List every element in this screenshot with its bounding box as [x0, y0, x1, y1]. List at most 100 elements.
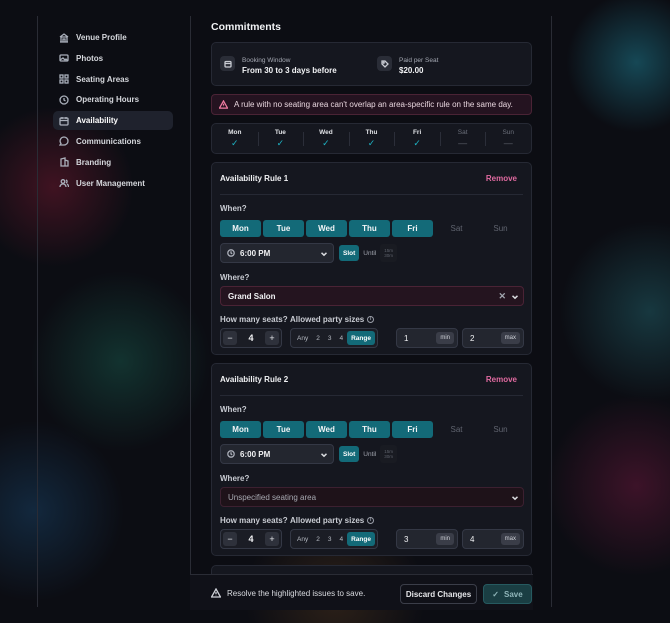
range-min-value: 3 [404, 534, 409, 544]
sidebar-item-communications[interactable]: Communications [53, 132, 173, 151]
discard-changes-button[interactable]: Discard Changes [400, 584, 477, 604]
day-toggle-fri[interactable]: Fri [392, 220, 433, 237]
sidebar-item-seating-areas[interactable]: Seating Areas [53, 70, 173, 89]
day-selector: Mon Tue Wed Thu Fri Sat Sun [220, 220, 524, 240]
party-option-2[interactable]: 2 [312, 532, 324, 546]
week-summary-day-label: Thu [365, 129, 378, 136]
max-tag: max [500, 533, 520, 545]
party-option-3[interactable]: 3 [324, 532, 336, 546]
sidebar-item-label: User Management [76, 178, 145, 188]
interval-option[interactable]: 15m 30m [380, 445, 398, 463]
commitments-summary-card: Booking Window From 30 to 3 days before … [211, 42, 532, 86]
building-icon [59, 32, 69, 43]
decrement-button[interactable]: − [223, 532, 237, 546]
party-size-selector: Any 2 3 4 Range [290, 328, 378, 348]
party-option-3[interactable]: 3 [324, 331, 336, 345]
range-min-input[interactable]: 3 min [396, 529, 458, 549]
interval-option[interactable]: 15m 30m [380, 244, 398, 262]
sidebar: Venue Profile Photos Seating Areas Opera… [53, 28, 173, 194]
warning-icon [219, 100, 228, 109]
main-content: Commitments Booking Window From 30 to 3 … [211, 0, 533, 623]
rule-divider [220, 395, 523, 396]
sidebar-item-photos[interactable]: Photos [53, 49, 173, 68]
week-summary-day-label: Sat [457, 129, 468, 136]
range-min-input[interactable]: 1 min [396, 328, 458, 348]
time-select[interactable]: 6:00 PM [220, 243, 334, 263]
seating-area-value: Unspecified seating area [228, 492, 317, 502]
week-summary-day-label: Fri [412, 129, 422, 136]
day-toggle-sun[interactable]: Sun [480, 220, 521, 237]
sidebar-item-label: Branding [76, 157, 112, 167]
week-summary-mon: Mon ✓ [212, 124, 258, 153]
day-toggle-sat[interactable]: Sat [436, 220, 477, 237]
time-select[interactable]: 6:00 PM [220, 444, 334, 464]
booking-window-label: Booking Window [242, 57, 291, 64]
day-toggle-mon[interactable]: Mon [220, 421, 261, 438]
sidebar-item-branding[interactable]: Branding [53, 153, 173, 172]
info-icon[interactable]: i [367, 316, 375, 324]
day-toggle-sat[interactable]: Sat [436, 421, 477, 438]
party-option-4[interactable]: 4 [335, 532, 347, 546]
overlap-warning: A rule with no seating area can't overla… [211, 94, 532, 115]
info-icon[interactable]: i [367, 517, 375, 525]
sidebar-item-user-management[interactable]: User Management [53, 174, 173, 193]
increment-button[interactable]: + [264, 331, 279, 345]
image-icon [59, 54, 69, 62]
max-tag: max [500, 332, 520, 344]
day-toggle-thu[interactable]: Thu [349, 220, 390, 237]
remove-rule-button[interactable]: Remove [486, 174, 517, 183]
rule-title: Availability Rule 1 [220, 174, 289, 183]
day-toggle-sun[interactable]: Sun [480, 421, 521, 438]
check-icon: ✓ [492, 589, 499, 599]
party-option-range[interactable]: Range [347, 331, 375, 345]
week-summary-day-label: Mon [228, 129, 242, 136]
seating-area-select[interactable]: Unspecified seating area [220, 487, 524, 507]
day-toggle-tue[interactable]: Tue [263, 421, 304, 438]
party-option-any[interactable]: Any [293, 532, 312, 546]
users-icon [59, 179, 69, 188]
day-toggle-thu[interactable]: Thu [349, 421, 390, 438]
range-max-input[interactable]: 4 max [462, 529, 524, 549]
sidebar-item-operating-hours[interactable]: Operating Hours [53, 90, 173, 109]
rule-title: Availability Rule 2 [220, 375, 289, 384]
party-option-2[interactable]: 2 [312, 331, 324, 345]
increment-button[interactable]: + [264, 532, 279, 546]
range-max-input[interactable]: 2 max [462, 328, 524, 348]
sidebar-item-availability[interactable]: Availability [53, 111, 173, 131]
remove-rule-button[interactable]: Remove [486, 375, 517, 384]
day-toggle-fri[interactable]: Fri [392, 421, 433, 438]
day-toggle-tue[interactable]: Tue [263, 220, 304, 237]
party-sizes-label: Allowed party sizes i [290, 315, 375, 324]
week-summary-sat: Sat — [439, 124, 486, 153]
check-icon: ✓ [367, 138, 376, 148]
calendar-icon [59, 116, 69, 126]
mode-slot-option[interactable]: Slot [339, 245, 360, 261]
save-button[interactable]: ✓ Save [483, 584, 532, 604]
mode-until-option[interactable]: Until [359, 245, 380, 261]
decrement-button[interactable]: − [223, 331, 237, 345]
sidebar-item-venue-profile[interactable]: Venue Profile [53, 28, 173, 47]
check-icon: ✓ [276, 138, 285, 148]
party-option-any[interactable]: Any [293, 331, 312, 345]
day-toggle-mon[interactable]: Mon [220, 220, 261, 237]
rule-header: Availability Rule 2 Remove [220, 375, 517, 384]
clear-icon[interactable]: ✕ [498, 291, 506, 302]
paid-per-seat-value: $20.00 [399, 66, 424, 75]
day-toggle-wed[interactable]: Wed [306, 421, 347, 438]
sidebar-item-label: Availability [76, 116, 118, 126]
party-option-range[interactable]: Range [347, 532, 375, 546]
warning-icon [211, 588, 221, 598]
week-summary-fri: Fri ✓ [394, 124, 440, 153]
save-footer: Resolve the highlighted issues to save. … [190, 574, 533, 610]
party-option-4[interactable]: 4 [335, 331, 347, 345]
mode-until-option[interactable]: Until [359, 446, 380, 462]
chat-icon [59, 136, 69, 147]
interval-option-b: 30m [384, 454, 394, 459]
mode-slot-option[interactable]: Slot [339, 446, 360, 462]
paid-per-seat-cell: Paid per Seat $20.00 [377, 56, 438, 77]
day-toggle-wed[interactable]: Wed [306, 220, 347, 237]
seating-area-select[interactable]: Grand Salon ✕ [220, 286, 524, 306]
when-label: When? [220, 405, 247, 414]
interval-option-b: 30m [384, 253, 394, 258]
week-summary-wed: Wed ✓ [303, 124, 349, 153]
